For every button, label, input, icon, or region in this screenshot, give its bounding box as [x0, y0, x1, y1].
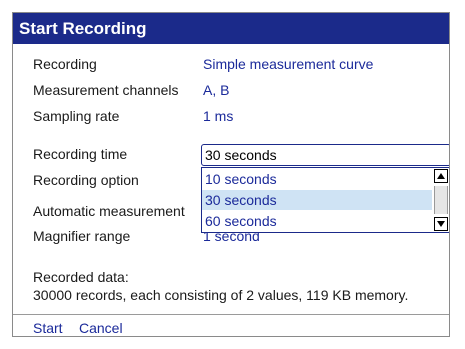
recorded-data-heading: Recorded data:	[33, 269, 129, 285]
recording-value[interactable]: Simple measurement curve	[203, 56, 373, 72]
measurement-channels-value[interactable]: A, B	[203, 82, 229, 98]
scrollbar-thumb[interactable]	[434, 186, 448, 214]
cancel-button[interactable]: Cancel	[79, 320, 123, 336]
sampling-rate-value[interactable]: 1 ms	[203, 108, 233, 124]
softkey-separator	[13, 314, 449, 315]
scroll-up-arrow-icon[interactable]	[434, 169, 448, 183]
recorded-data-text: 30000 records, each consisting of 2 valu…	[33, 287, 409, 303]
measurement-channels-label: Measurement channels	[33, 82, 179, 98]
dropdown-scrollbar[interactable]	[433, 168, 449, 232]
recording-time-select[interactable]: 30 seconds	[201, 144, 449, 166]
dropdown-option[interactable]: 60 seconds	[202, 211, 432, 231]
start-button[interactable]: Start	[33, 320, 63, 336]
magnifier-range-label: Magnifier range	[33, 228, 131, 244]
automatic-measurement-label: Automatic measurement	[33, 203, 185, 219]
dropdown-option[interactable]: 10 seconds	[202, 169, 432, 189]
scroll-down-arrow-icon[interactable]	[434, 217, 448, 231]
recording-label: Recording	[33, 56, 97, 72]
recording-time-dropdown: 10 seconds 30 seconds 60 seconds	[201, 167, 449, 233]
dialog-title: Start Recording	[13, 13, 449, 44]
recording-option-label: Recording option	[33, 172, 139, 188]
start-recording-dialog: Start Recording Recording Simple measure…	[12, 12, 450, 337]
sampling-rate-label: Sampling rate	[33, 108, 120, 124]
recording-time-label: Recording time	[33, 146, 128, 162]
dropdown-option-selected[interactable]: 30 seconds	[202, 190, 432, 210]
